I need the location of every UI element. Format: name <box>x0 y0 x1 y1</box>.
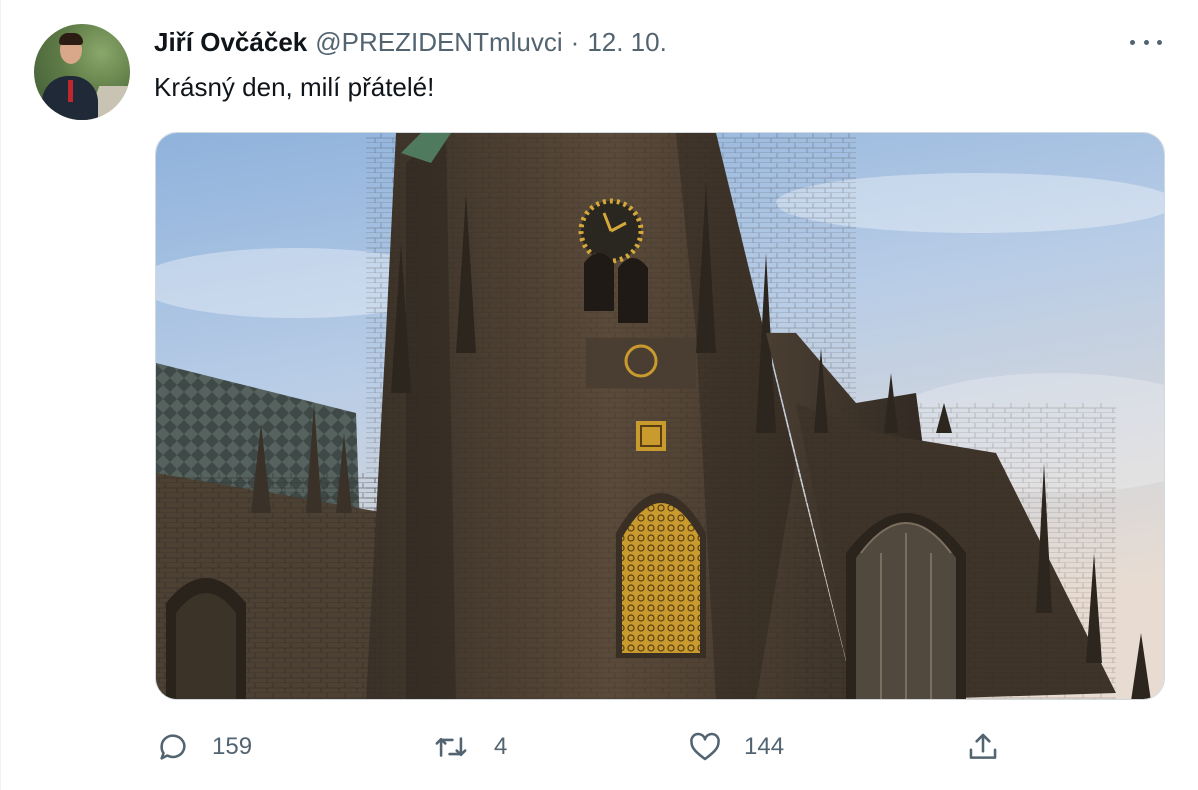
author-name[interactable]: Jiří Ovčáček <box>154 27 307 58</box>
header-separator: · <box>570 26 580 57</box>
heart-icon <box>690 732 720 761</box>
reply-button[interactable]: 159 <box>156 722 252 772</box>
retweet-button[interactable]: 4 <box>434 722 507 772</box>
retweet-icon <box>435 737 467 757</box>
like-button[interactable]: 144 <box>688 722 784 772</box>
tweet-actions: 159 4 144 <box>0 722 1198 772</box>
retweet-count: 4 <box>494 733 508 760</box>
more-dot <box>1143 39 1149 45</box>
more-icon[interactable] <box>1128 30 1164 54</box>
avatar-tie <box>68 80 73 102</box>
author-avatar[interactable] <box>34 24 130 120</box>
more-dot <box>1157 39 1162 45</box>
author-handle[interactable]: @PREZIDENTmluvci <box>315 27 562 58</box>
like-count: 144 <box>744 733 785 760</box>
reply-count: 159 <box>212 733 253 760</box>
tweet-header: Jiří Ovčáček @PREZIDENTmluvci · 12. 10. <box>154 26 667 58</box>
avatar-hair <box>59 33 83 45</box>
tweet-date[interactable]: 12. 10. <box>587 27 667 58</box>
more-dot <box>1130 39 1135 45</box>
share-button[interactable] <box>966 722 1000 772</box>
tweet-text: Krásný den, milí přátelé! <box>154 72 435 102</box>
reply-icon <box>160 734 186 760</box>
timeline-border <box>0 0 1 790</box>
share-icon <box>969 733 997 759</box>
tweet-media-photo[interactable] <box>155 132 1165 700</box>
cathedral-photo <box>156 133 1164 699</box>
